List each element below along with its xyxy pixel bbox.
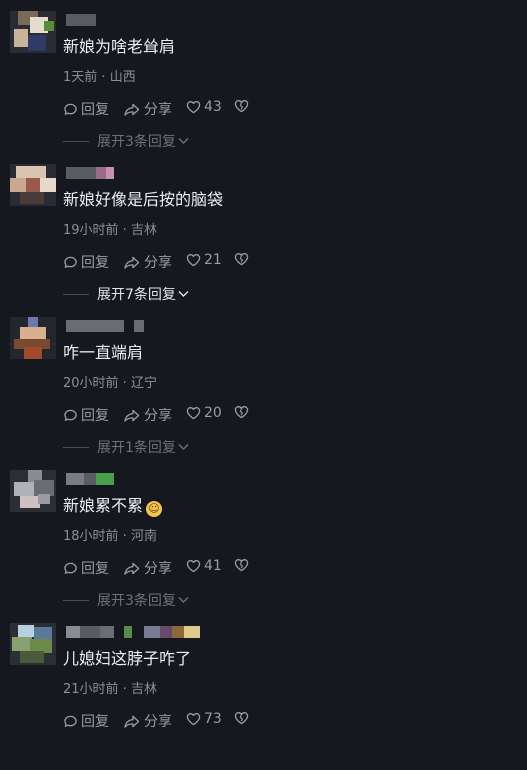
chevron-down-icon [178,138,189,144]
like-button[interactable]: 20 [186,405,222,421]
comment-bubble-icon [64,409,77,421]
comment-time: 19小时前 [63,223,119,238]
heart-icon [186,407,201,420]
divider-line [63,446,89,448]
comment-text: 新娘累不累 ☺ [63,492,163,517]
reply-button[interactable]: 回复 [63,252,109,272]
avatar[interactable] [10,623,56,665]
comment-item: 儿媳妇这脖子咋了 21小时前 · 吉林 回复 分享 73 [0,617,527,770]
reply-button[interactable]: 回复 [63,405,109,425]
heart-icon [186,713,201,726]
comment-bubble-icon [64,103,77,115]
dislike-button[interactable] [234,252,249,266]
dislike-button[interactable] [234,558,249,572]
reply-button[interactable]: 回复 [63,558,109,578]
divider-line [63,599,89,601]
comment-bubble-icon [64,256,77,268]
dislike-button[interactable] [234,99,249,113]
share-button[interactable]: 分享 [123,252,172,272]
share-button[interactable]: 分享 [123,558,172,578]
comment-meta: 19小时前 · 吉林 [63,223,157,238]
comment-text: 新娘为啥老耸肩 [63,37,176,56]
broken-heart-icon [234,253,249,266]
comment-meta: 20小时前 · 辽宁 [63,376,157,391]
like-button[interactable]: 21 [186,252,222,268]
like-count: 20 [204,405,222,421]
broken-heart-icon [234,100,249,113]
chevron-down-icon [178,444,189,450]
reply-button[interactable]: 回复 [63,99,109,119]
comment-text: 咋一直端肩 [63,343,144,362]
comment-item: 新娘为啥老耸肩 1天前 · 山西 回复 分享 43 展开3条回复 [0,5,527,158]
comment-bubble-icon [64,562,77,574]
comment-location: 辽宁 [130,376,157,391]
avatar[interactable] [10,317,56,359]
like-button[interactable]: 43 [186,99,222,115]
share-arrow-icon [124,409,140,422]
expand-replies-button[interactable]: 展开7条回复 [63,284,189,304]
divider-line [63,293,89,295]
reply-button[interactable]: 回复 [63,711,109,731]
dislike-button[interactable] [234,405,249,419]
comment-location: 吉林 [130,682,157,697]
comment-time: 21小时前 [63,682,119,697]
comment-text: 新娘好像是后按的脑袋 [63,190,224,209]
chevron-down-icon [178,291,189,297]
expand-replies-button[interactable]: 展开1条回复 [63,437,189,457]
heart-icon [186,560,201,573]
dislike-button[interactable] [234,711,249,725]
avatar[interactable] [10,164,56,206]
share-arrow-icon [124,256,140,269]
share-button[interactable]: 分享 [123,405,172,425]
share-arrow-icon [124,562,140,575]
heart-icon [186,254,201,267]
like-count: 21 [204,252,222,268]
broken-heart-icon [234,406,249,419]
comment-time: 1天前 [63,70,98,85]
comment-item: 新娘累不累 ☺ 18小时前 · 河南 回复 分享 41 展开3条回复 [0,464,527,617]
share-arrow-icon [124,715,140,728]
like-count: 43 [204,99,222,115]
broken-heart-icon [234,712,249,725]
share-button[interactable]: 分享 [123,99,172,119]
comment-location: 河南 [130,529,157,544]
like-button[interactable]: 41 [186,558,222,574]
comment-item: 新娘好像是后按的脑袋 19小时前 · 吉林 回复 分享 21 展开7条回复 [0,158,527,311]
expand-replies-button[interactable]: 展开3条回复 [63,590,189,610]
comment-time: 18小时前 [63,529,119,544]
comment-location: 吉林 [130,223,157,238]
comment-meta: 21小时前 · 吉林 [63,682,157,697]
comment-item: 咋一直端肩 20小时前 · 辽宁 回复 分享 20 展开1条回复 [0,311,527,464]
comment-meta: 18小时前 · 河南 [63,529,157,544]
broken-heart-icon [234,559,249,572]
comment-meta: 1天前 · 山西 [63,70,136,85]
share-button[interactable]: 分享 [123,711,172,731]
like-count: 41 [204,558,222,574]
divider-line [63,140,89,142]
comment-bubble-icon [64,715,77,727]
comment-text: 儿媳妇这脖子咋了 [63,649,192,668]
chevron-down-icon [178,597,189,603]
expand-replies-button[interactable]: 展开3条回复 [63,131,189,151]
comment-location: 山西 [109,70,136,85]
comment-time: 20小时前 [63,376,119,391]
like-count: 73 [204,711,222,727]
like-button[interactable]: 73 [186,711,222,727]
avatar[interactable] [10,470,56,512]
grinning-face-emoji: ☺ [146,501,163,517]
heart-icon [186,101,201,114]
avatar[interactable] [10,11,56,53]
share-arrow-icon [124,103,140,116]
